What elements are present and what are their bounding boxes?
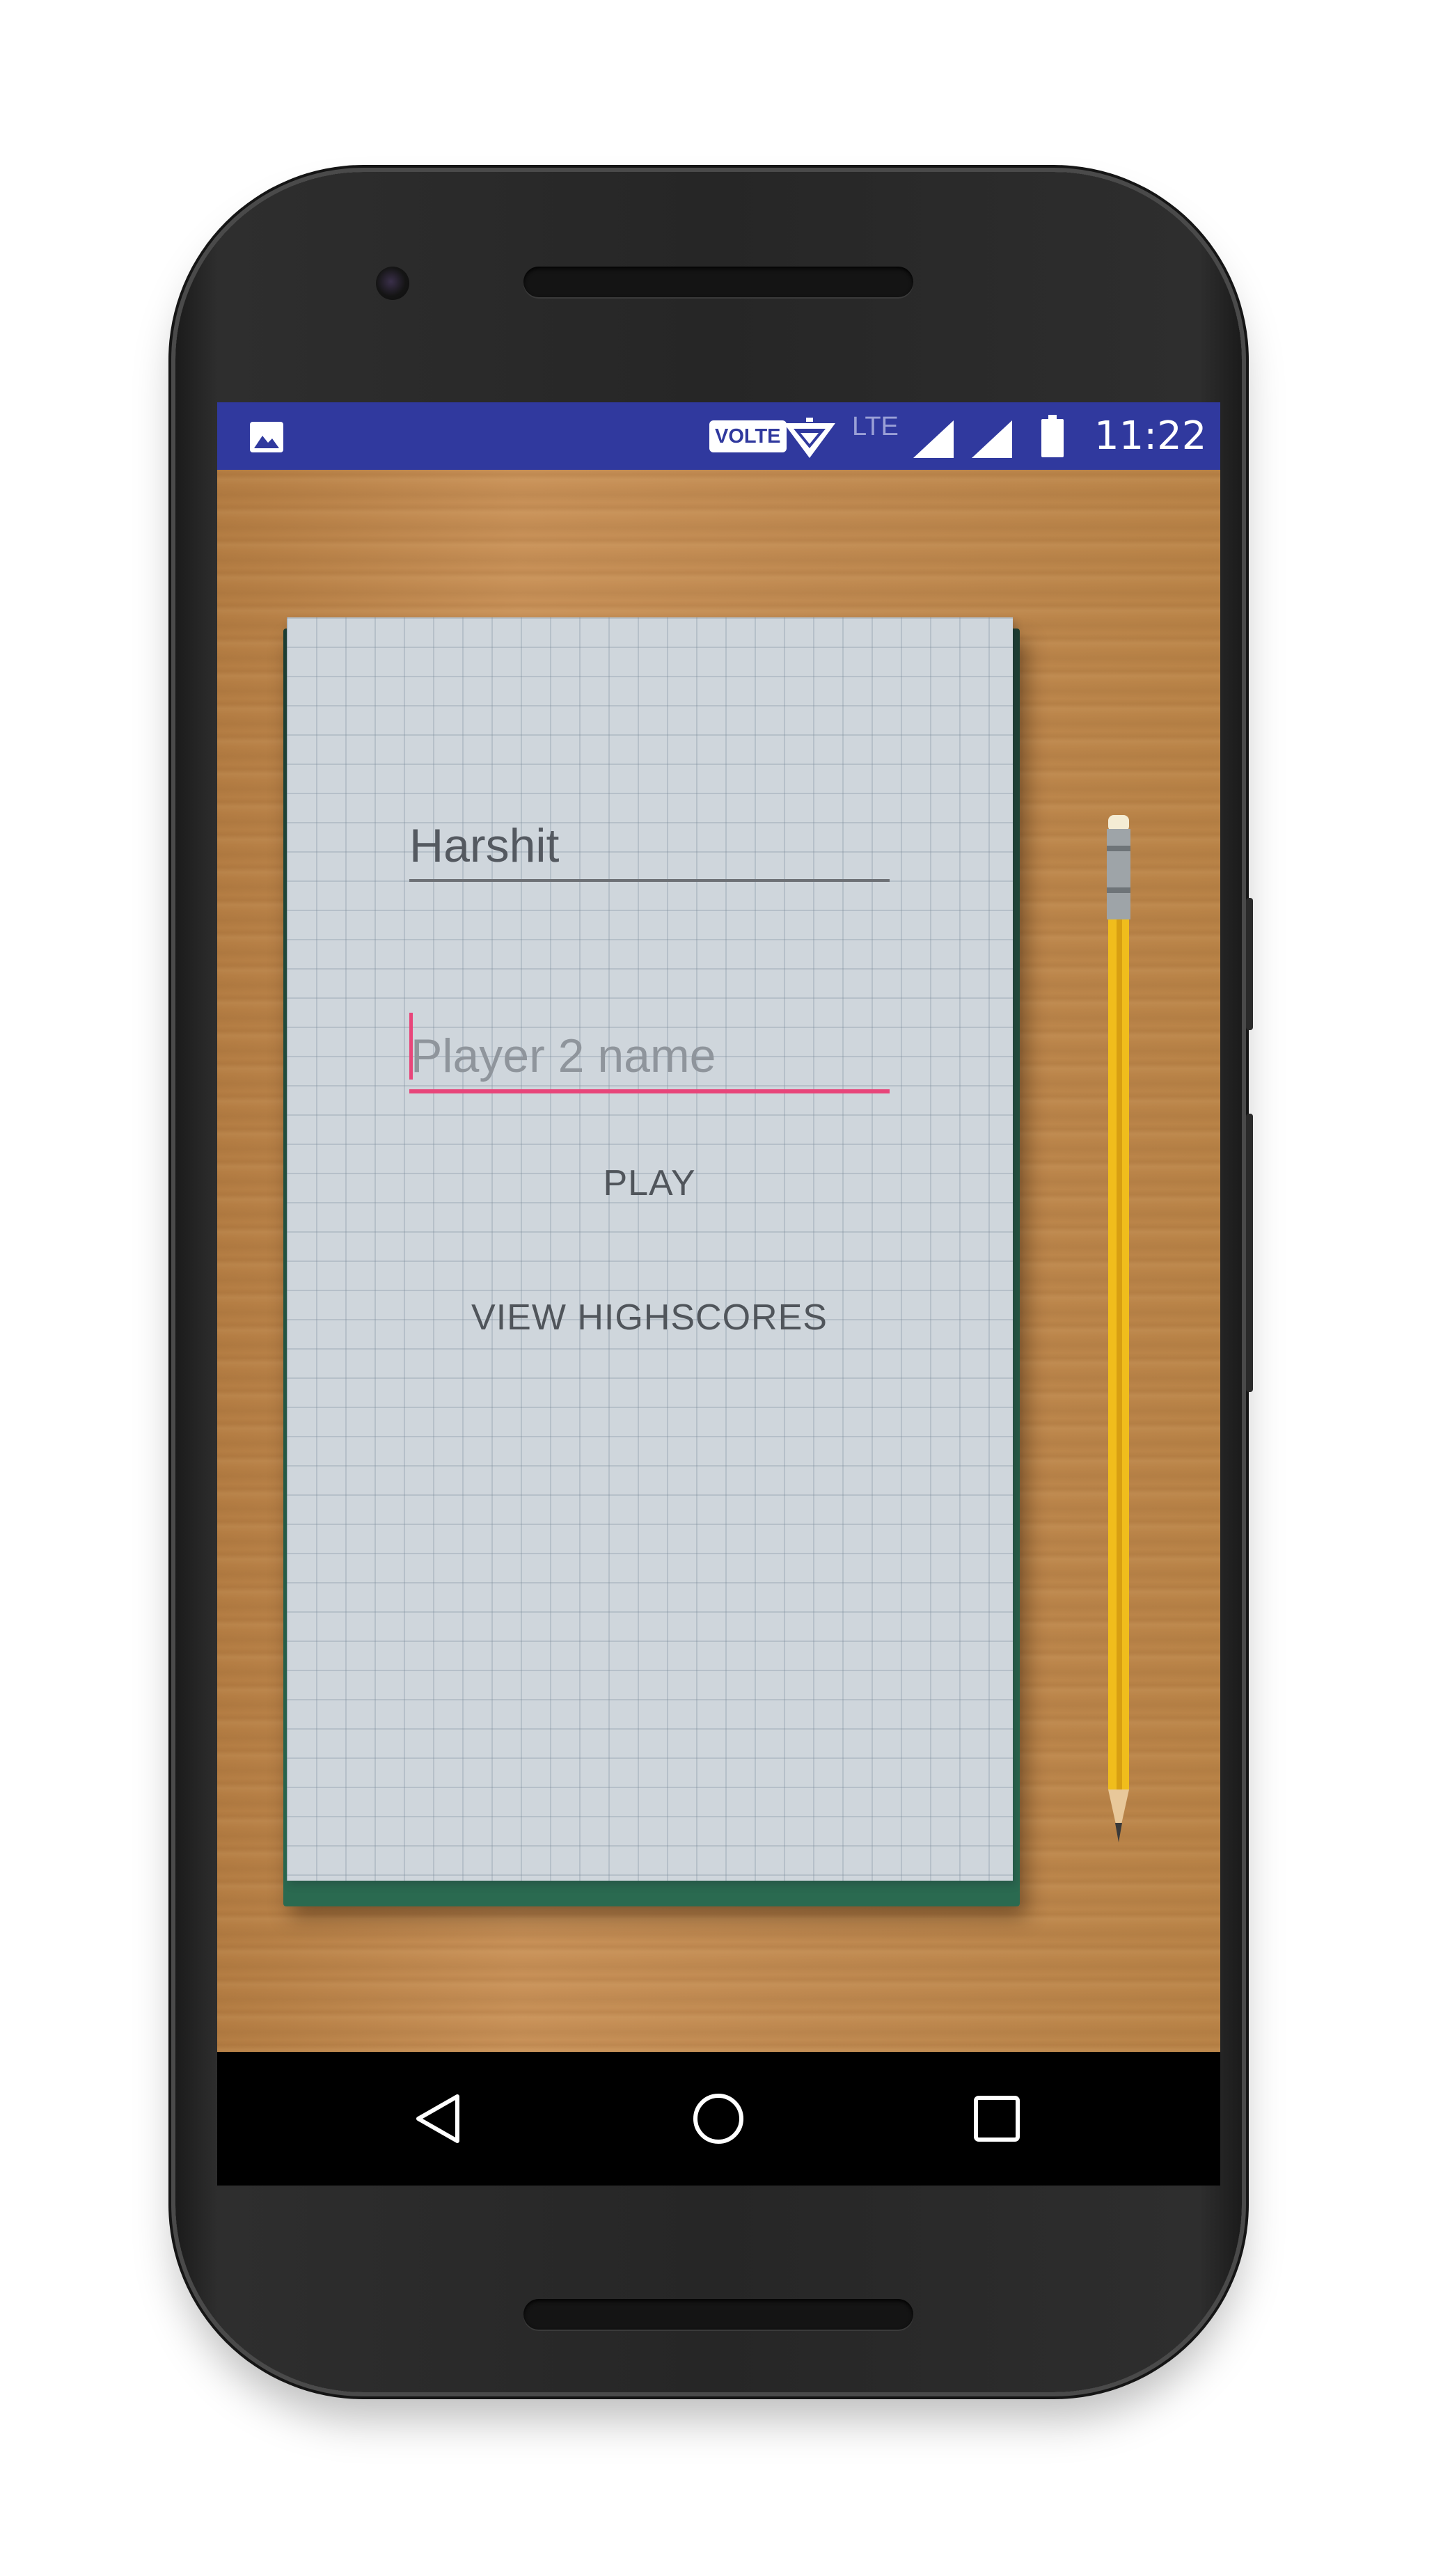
signal-icon [972,420,1012,458]
back-icon[interactable] [411,2091,467,2147]
power-button [1246,1114,1253,1392]
front-camera [376,267,409,300]
app-background: Harshit Player 2 name PLAY VIEW HIGHSCOR… [217,470,1220,2052]
status-bar: VOLTE LTE 11:22 [217,402,1220,470]
navigation-bar [217,2052,1220,2186]
bottom-speaker [523,2299,913,2330]
battery-icon [1041,415,1064,457]
gallery-icon [250,422,283,452]
home-icon[interactable] [691,2091,746,2147]
volte-badge: VOLTE [709,420,787,452]
player1-name-field[interactable]: Harshit [409,818,890,882]
view-highscores-button[interactable]: VIEW HIGHSCORES [409,1290,890,1345]
notepad-background [287,617,1013,1881]
volume-button [1246,898,1253,1030]
device-screen: VOLTE LTE 11:22 Harshit Player 2 name PL… [217,402,1220,2186]
player2-name-placeholder: Player 2 name [411,1029,716,1082]
play-button[interactable]: PLAY [409,1155,890,1211]
status-time: 11:22 [1094,413,1207,459]
signal-icon [913,420,954,458]
network-type-label: LTE [852,412,899,441]
pencil-illustration [1107,815,1130,1842]
player1-name-value: Harshit [409,819,560,872]
recents-icon[interactable] [969,2091,1025,2147]
player2-name-field[interactable]: Player 2 name [409,1013,890,1093]
wifi-icon [784,418,835,458]
earpiece-speaker [523,267,913,297]
